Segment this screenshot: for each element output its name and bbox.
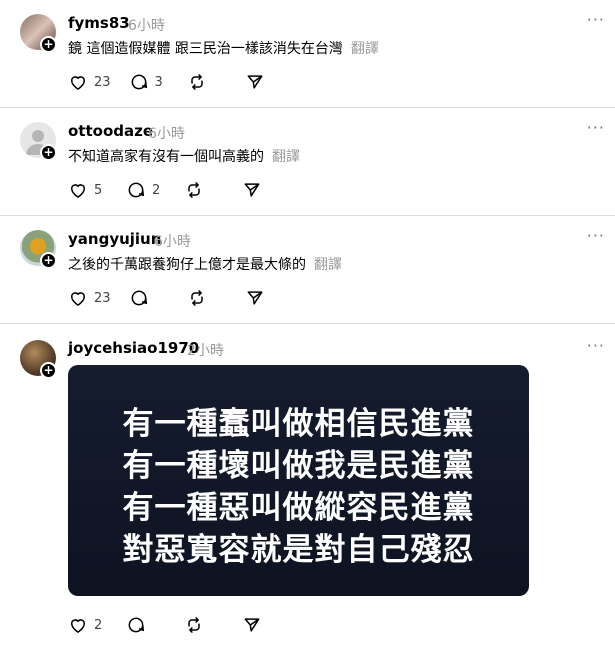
reply-count: 3 [154,74,163,90]
share-button[interactable] [245,72,265,92]
repost-icon [188,182,200,198]
post-text: 鏡 這個造假媒體 跟三民治一樣該消失在台灣 翻譯 [68,38,379,58]
timestamp[interactable]: 2小時 [187,340,224,360]
more-options-icon[interactable]: ··· [587,226,605,245]
timestamp[interactable]: 6小時 [154,231,191,251]
plus-icon[interactable]: + [40,36,57,53]
like-button[interactable]: 23 [68,288,111,308]
post-text: 之後的千萬跟養狗仔上億才是最大條的 翻譯 [68,254,342,274]
comment-icon [131,290,147,306]
image-text-line: 有一種蠢叫做相信民進黨 [122,406,475,442]
reply-button[interactable]: 2 [126,180,166,200]
action-bar: 2 [68,614,280,636]
plus-icon[interactable]: + [40,252,57,269]
reply-button[interactable]: 3 [129,72,169,92]
action-bar: 5 2 [68,179,280,201]
repost-icon [190,290,203,306]
image-text-line: 有一種壞叫做我是民進黨 [122,448,475,484]
like-count: 23 [94,290,111,306]
repost-button[interactable] [184,615,224,635]
heart-icon [71,292,85,306]
send-icon [247,291,262,305]
reply-count: 2 [152,182,161,198]
post-body: 之後的千萬跟養狗仔上億才是最大條的 [68,257,306,273]
timestamp[interactable]: 6小時 [128,15,165,35]
heart-icon [71,76,85,90]
comment-icon [131,74,147,90]
send-icon [247,75,262,89]
post-item: + fyms83 6小時 ··· 鏡 這個造假媒體 跟三民治一樣該消失在台灣 翻譯… [0,0,615,107]
like-count: 2 [94,617,103,633]
image-text-line: 對惡寬容就是對自己殘忍 [122,532,475,568]
username[interactable]: yangyujiun [68,230,161,248]
more-options-icon[interactable]: ··· [587,10,605,29]
username[interactable]: ottoodaze [68,122,153,140]
post-item: + ottoodaze 6小時 ··· 不知道高家有沒有一個叫高義的 翻譯 5 2 [0,108,615,215]
send-icon [244,618,260,632]
share-button[interactable] [245,288,265,308]
post-item: + yangyujiun 6小時 ··· 之後的千萬跟養狗仔上億才是最大條的 翻譯… [0,216,615,323]
timestamp[interactable]: 6小時 [148,123,185,143]
repost-button[interactable] [187,288,227,308]
like-count: 5 [94,182,103,198]
heart-icon [71,184,85,198]
like-button[interactable]: 23 [68,72,111,92]
more-options-icon[interactable]: ··· [587,118,605,137]
action-bar: 23 3 [68,71,283,93]
send-icon [244,183,260,197]
more-options-icon[interactable]: ··· [587,336,605,355]
reply-button[interactable] [126,615,166,635]
repost-button[interactable] [184,180,224,200]
action-bar: 23 [68,287,283,309]
repost-button[interactable] [187,72,227,92]
like-button[interactable]: 2 [68,615,108,635]
plus-icon[interactable]: + [40,144,57,161]
repost-icon [190,74,203,90]
translate-link[interactable]: 翻譯 [351,41,379,57]
username[interactable]: fyms83 [68,14,130,32]
share-button[interactable] [242,180,262,200]
translate-link[interactable]: 翻譯 [314,257,342,273]
post-image[interactable]: 有一種蠢叫做相信民進黨 有一種壞叫做我是民進黨 有一種惡叫做縱容民進黨 對惡寬容… [68,365,529,596]
reply-button[interactable] [129,288,169,308]
post-text: 不知道高家有沒有一個叫高義的 翻譯 [68,146,300,166]
post-body: 不知道高家有沒有一個叫高義的 [68,149,264,165]
comment-icon [128,182,145,198]
heart-icon [71,619,85,633]
plus-icon[interactable]: + [40,362,57,379]
repost-icon [188,617,200,633]
translate-link[interactable]: 翻譯 [272,149,300,165]
image-text-line: 有一種惡叫做縱容民進黨 [122,490,475,526]
comment-icon [128,617,145,633]
like-count: 23 [94,74,111,90]
like-button[interactable]: 5 [68,180,108,200]
username[interactable]: joycehsiao1970 [68,339,199,357]
share-button[interactable] [242,615,262,635]
post-body: 鏡 這個造假媒體 跟三民治一樣該消失在台灣 [68,41,343,57]
